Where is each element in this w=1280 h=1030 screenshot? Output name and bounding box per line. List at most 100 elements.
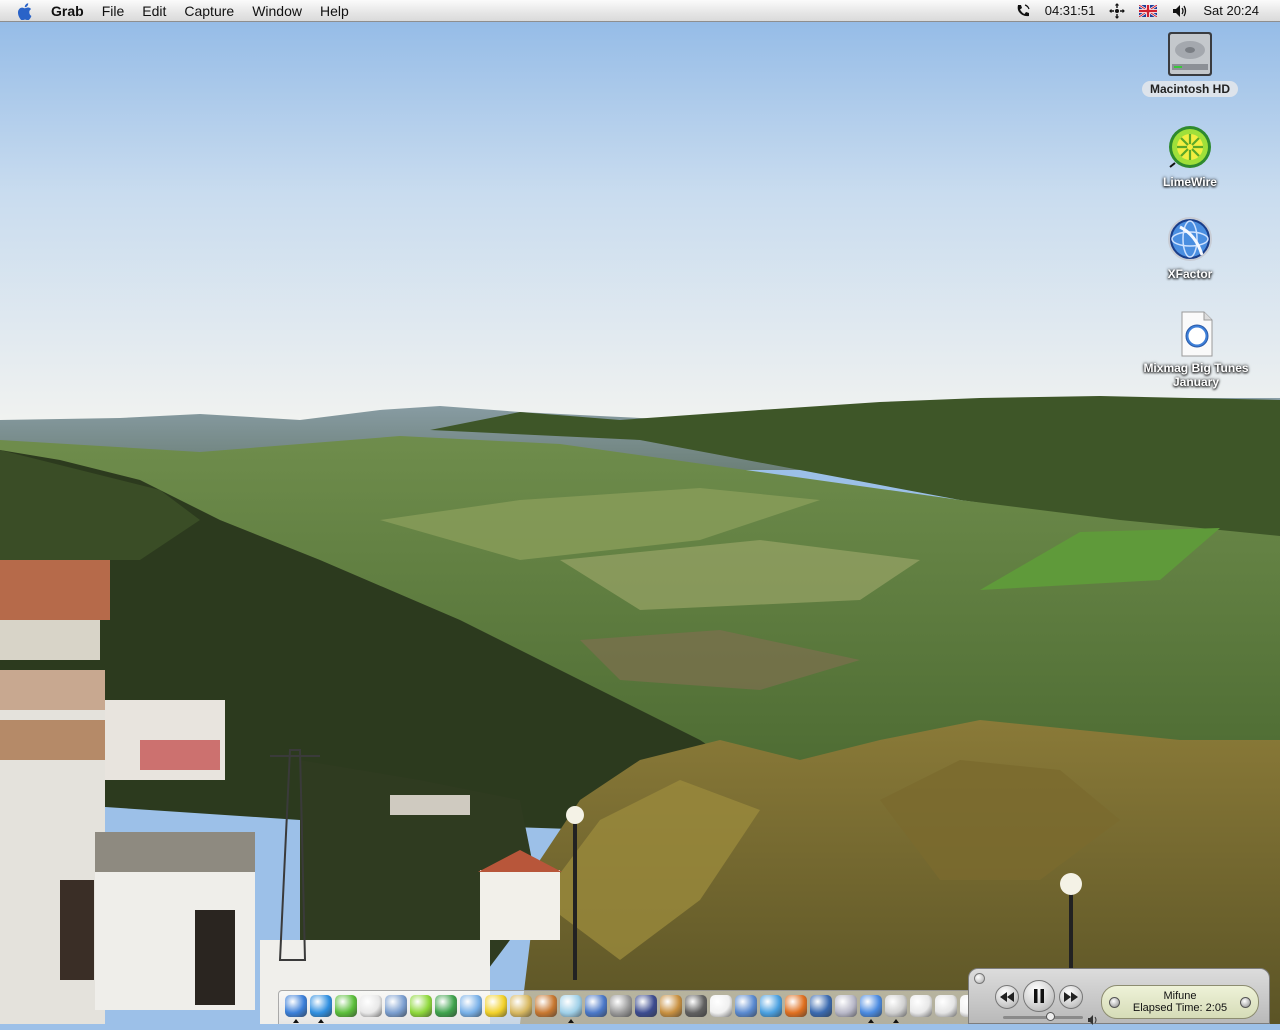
dock-item-system-prefs[interactable] <box>834 994 858 1020</box>
limewire-icon <box>410 995 432 1017</box>
dock-item-notes[interactable] <box>509 994 533 1020</box>
dock-item-textedit[interactable] <box>359 994 383 1020</box>
dock-item-ichat[interactable] <box>459 994 483 1020</box>
desktop-icon-xfactor[interactable]: XFactor <box>1125 215 1255 283</box>
ical-icon <box>710 995 732 1017</box>
dock-item-network-utility[interactable] <box>859 994 883 1023</box>
dock-item-preview[interactable] <box>734 994 758 1020</box>
preview-icon <box>735 995 757 1017</box>
dock-item-skype[interactable] <box>334 994 358 1020</box>
dock-item-sherlock[interactable] <box>909 994 933 1020</box>
apple-logo-icon[interactable] <box>14 0 34 22</box>
menu-edit[interactable]: Edit <box>133 0 175 22</box>
now-playing-display: Mifune Elapsed Time: 2:05 <box>1101 985 1259 1019</box>
dock-item-limewire[interactable] <box>409 994 433 1020</box>
safari-document-icon <box>1172 310 1220 358</box>
dock-item-garageband[interactable] <box>659 994 683 1020</box>
uk-flag-icon[interactable] <box>1132 5 1164 17</box>
dock-item-firefox[interactable] <box>784 994 808 1020</box>
menu-file[interactable]: File <box>93 0 134 22</box>
skype-icon <box>335 995 357 1017</box>
chess-icon <box>685 995 707 1017</box>
norton-icon <box>485 995 507 1017</box>
camino-icon <box>810 995 832 1017</box>
phone-icon[interactable] <box>1008 3 1038 19</box>
dock-item-iphoto[interactable] <box>534 994 558 1020</box>
dock-item-adium[interactable] <box>434 994 458 1020</box>
textedit-icon <box>360 995 382 1017</box>
running-indicator <box>893 1019 899 1023</box>
elapsed-time: Elapsed Time: 2:05 <box>1132 1002 1228 1014</box>
dock-item-ical[interactable] <box>709 994 733 1020</box>
network-utility-icon <box>860 995 882 1017</box>
menu-bar: Grab File Edit Capture Window Help 04:31… <box>0 0 1280 22</box>
dock-item-finder[interactable] <box>284 994 308 1023</box>
volume-slider[interactable] <box>1003 1012 1083 1021</box>
menu-window[interactable]: Window <box>243 0 311 22</box>
pause-icon <box>1034 989 1044 1003</box>
safari-icon <box>310 995 332 1017</box>
adium-icon <box>435 995 457 1017</box>
previous-track-button[interactable] <box>995 985 1019 1009</box>
dock-item-address-book[interactable] <box>384 994 408 1020</box>
running-indicator <box>293 1019 299 1023</box>
hard-drive-icon <box>1166 30 1214 78</box>
itunes-icon <box>560 995 582 1017</box>
display-knob-icon[interactable] <box>1109 997 1120 1008</box>
notes-icon <box>510 995 532 1017</box>
pause-button[interactable] <box>1023 980 1055 1012</box>
dock-item-quicktime[interactable] <box>759 994 783 1020</box>
desktop-icon-label: LimeWire <box>1163 175 1217 189</box>
fast-forward-icon <box>1064 992 1078 1002</box>
address-book-icon <box>385 995 407 1017</box>
track-title: Mifune <box>1163 990 1197 1002</box>
dock-item-imovie[interactable] <box>584 994 608 1020</box>
rewind-icon <box>1000 992 1014 1002</box>
timer-readout[interactable]: 04:31:51 <box>1038 0 1103 22</box>
display-knob-icon[interactable] <box>1240 997 1251 1008</box>
close-button[interactable] <box>974 973 985 984</box>
grab-icon <box>885 995 907 1017</box>
desktop-wallpaper <box>0 0 1280 1024</box>
menu-clock[interactable]: Sat 20:24 <box>1196 0 1266 22</box>
sherlock-icon <box>910 995 932 1017</box>
desktop-icon-label: Macintosh HD <box>1141 81 1238 97</box>
running-indicator <box>868 1019 874 1023</box>
dock-items <box>284 994 1008 1023</box>
dock-item-itunes[interactable] <box>559 994 583 1023</box>
final-cut-icon <box>635 995 657 1017</box>
desktop-icon-label: Mixmag Big Tunes January <box>1143 361 1249 389</box>
dock-item-camino[interactable] <box>809 994 833 1020</box>
desktop-icon-mixmag[interactable]: Mixmag Big Tunes January <box>1131 310 1261 391</box>
menu-help[interactable]: Help <box>311 0 358 22</box>
desktop-icon-limewire[interactable]: LimeWire <box>1125 123 1255 191</box>
dock <box>278 990 1020 1024</box>
dock-item-final-cut[interactable] <box>634 994 658 1020</box>
dock-item-calculator[interactable] <box>609 994 633 1020</box>
volume-icon <box>1087 1012 1099 1030</box>
dock-item-safari[interactable] <box>309 994 333 1023</box>
dock-item-norton[interactable] <box>484 994 508 1020</box>
running-indicator <box>318 1019 324 1023</box>
calculator-icon <box>610 995 632 1017</box>
firefox-icon <box>785 995 807 1017</box>
dock-item-chess[interactable] <box>684 994 708 1020</box>
system-prefs-icon <box>835 995 857 1017</box>
quicktime-icon <box>760 995 782 1017</box>
next-track-button[interactable] <box>1059 985 1083 1009</box>
finder-icon <box>285 995 307 1017</box>
desktop-icon-macintosh-hd[interactable]: Macintosh HD <box>1125 30 1255 98</box>
desktop-icon-label: XFactor <box>1167 267 1213 281</box>
network-icon[interactable] <box>1102 3 1132 19</box>
menu-app-name[interactable]: Grab <box>42 0 93 22</box>
running-indicator <box>568 1019 574 1023</box>
limewire-icon <box>1166 123 1214 171</box>
speaker-icon[interactable] <box>1164 3 1196 19</box>
garageband-icon <box>660 995 682 1017</box>
dock-item-downloads[interactable] <box>934 994 958 1020</box>
menu-capture[interactable]: Capture <box>175 0 243 22</box>
volume-slider-thumb[interactable] <box>1046 1012 1055 1021</box>
ichat-icon <box>460 995 482 1017</box>
dock-item-grab[interactable] <box>884 994 908 1023</box>
imovie-icon <box>585 995 607 1017</box>
